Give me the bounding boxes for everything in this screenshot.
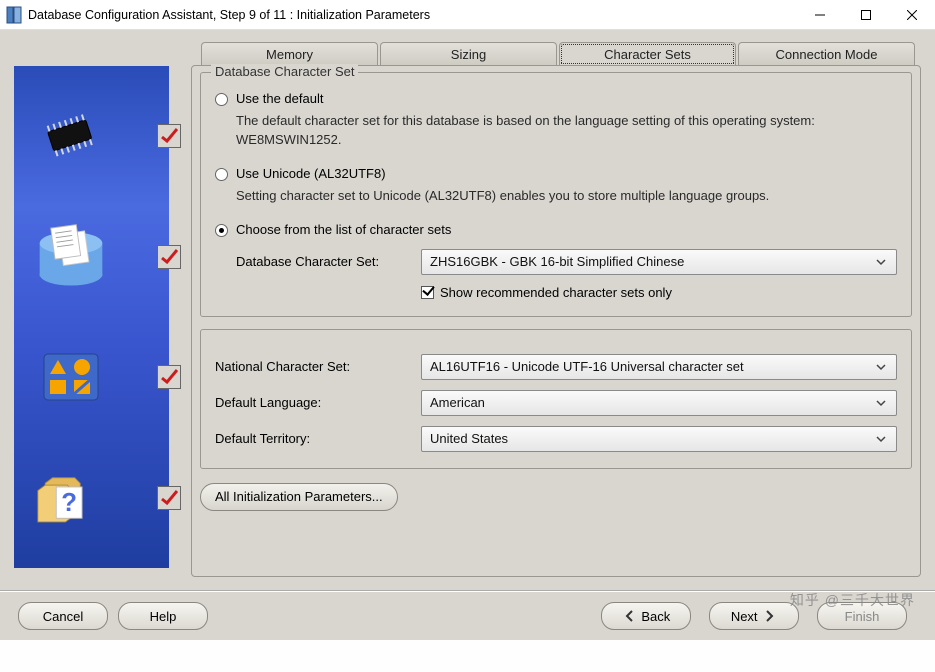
show-recommended-checkbox[interactable]	[421, 286, 434, 299]
database-charset-group: Database Character Set Use the default T…	[200, 72, 912, 317]
checkmark-icon	[157, 486, 181, 510]
national-charset-select[interactable]: AL16UTF16 - Unicode UTF-16 Universal cha…	[421, 354, 897, 380]
finish-button[interactable]: Finish	[817, 602, 907, 630]
default-language-label: Default Language:	[215, 395, 421, 410]
main-panel: Memory Sizing Character Sets Connection …	[191, 42, 921, 577]
tabs: Memory Sizing Character Sets Connection …	[201, 42, 921, 66]
radio-use-default-label: Use the default	[236, 91, 323, 106]
checkmark-icon	[157, 124, 181, 148]
help-button[interactable]: Help	[118, 602, 208, 630]
step-memory	[14, 106, 169, 166]
group-legend: Database Character Set	[211, 64, 358, 79]
radio-choose-list-label: Choose from the list of character sets	[236, 222, 451, 237]
tab-character-sets[interactable]: Character Sets	[559, 42, 736, 66]
minimize-button[interactable]	[797, 0, 843, 30]
maximize-button[interactable]	[843, 0, 889, 30]
chevron-down-icon	[874, 255, 888, 269]
back-button[interactable]: Back	[601, 602, 691, 630]
svg-text:?: ?	[61, 489, 77, 517]
chevron-down-icon	[874, 360, 888, 374]
radio-use-default[interactable]	[215, 93, 228, 106]
db-charset-value: ZHS16GBK - GBK 16-bit Simplified Chinese	[430, 254, 684, 269]
arrow-left-icon	[622, 608, 638, 624]
use-default-description: The default character set for this datab…	[236, 112, 897, 150]
tab-memory[interactable]: Memory	[201, 42, 378, 66]
use-unicode-description: Setting character set to Unicode (AL32UT…	[236, 187, 897, 206]
wizard-footer: Cancel Help Back Next Finish	[0, 590, 935, 640]
checkmark-icon	[157, 365, 181, 389]
next-button[interactable]: Next	[709, 602, 799, 630]
default-language-value: American	[430, 395, 485, 410]
close-button[interactable]	[889, 0, 935, 30]
tab-panel: Database Character Set Use the default T…	[191, 65, 921, 577]
locale-group: National Character Set: AL16UTF16 - Unic…	[200, 329, 912, 469]
client-area: ? Memory Sizing Character Sets Connectio…	[0, 30, 935, 640]
show-recommended-label: Show recommended character sets only	[440, 285, 672, 300]
radio-use-unicode-label: Use Unicode (AL32UTF8)	[236, 166, 386, 181]
window-title: Database Configuration Assistant, Step 9…	[28, 8, 797, 22]
documents-folder-icon	[36, 227, 106, 287]
tab-connection-mode[interactable]: Connection Mode	[738, 42, 915, 66]
cancel-button[interactable]: Cancel	[18, 602, 108, 630]
titlebar: Database Configuration Assistant, Step 9…	[0, 0, 935, 30]
shapes-icon	[36, 347, 106, 407]
default-territory-value: United States	[430, 431, 508, 446]
arrow-right-icon	[761, 608, 777, 624]
db-charset-select[interactable]: ZHS16GBK - GBK 16-bit Simplified Chinese	[421, 249, 897, 275]
radio-use-unicode[interactable]	[215, 168, 228, 181]
radio-choose-list[interactable]	[215, 224, 228, 237]
default-territory-select[interactable]: United States	[421, 426, 897, 452]
checkmark-icon	[157, 245, 181, 269]
step-character-sets	[14, 347, 169, 407]
db-charset-label: Database Character Set:	[236, 254, 421, 269]
all-init-params-button[interactable]: All Initialization Parameters...	[200, 483, 398, 511]
chevron-down-icon	[874, 396, 888, 410]
wizard-sidebar: ?	[14, 66, 169, 568]
step-connection-mode: ?	[14, 468, 169, 528]
tab-sizing[interactable]: Sizing	[380, 42, 557, 66]
chevron-down-icon	[874, 432, 888, 446]
default-language-select[interactable]: American	[421, 390, 897, 416]
app-icon	[6, 6, 22, 24]
default-territory-label: Default Territory:	[215, 431, 421, 446]
national-charset-label: National Character Set:	[215, 359, 421, 374]
chip-icon	[36, 106, 106, 166]
folders-question-icon: ?	[36, 468, 106, 528]
national-charset-value: AL16UTF16 - Unicode UTF-16 Universal cha…	[430, 359, 744, 374]
step-sizing	[14, 227, 169, 287]
